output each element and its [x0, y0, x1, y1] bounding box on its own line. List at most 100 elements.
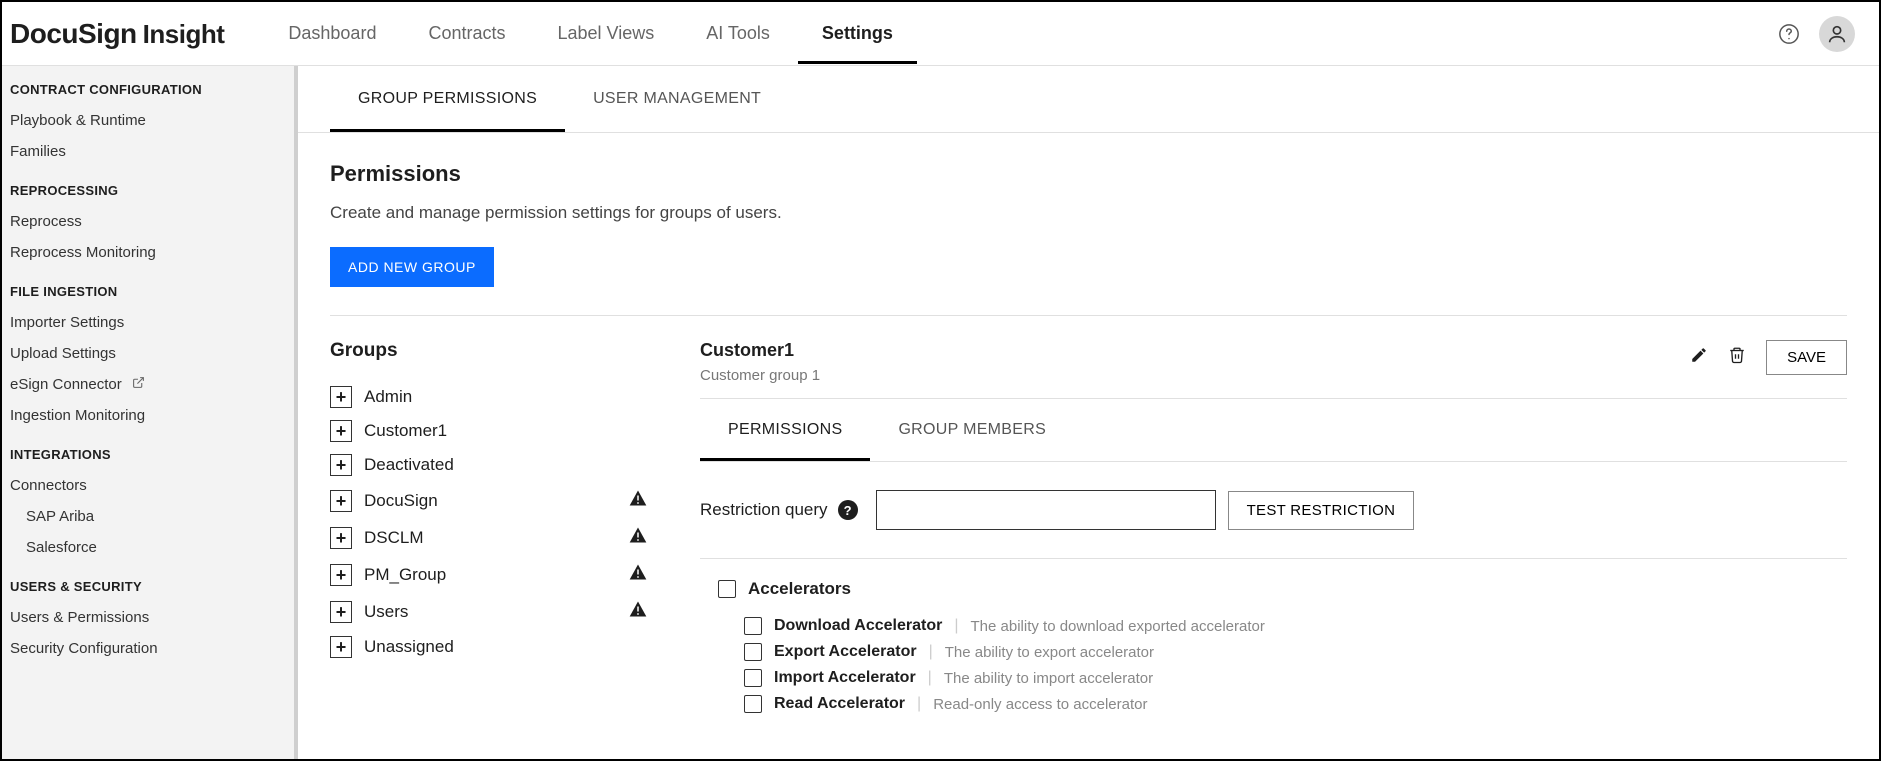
perm-desc: The ability to download exported acceler… — [971, 618, 1265, 635]
group-row-admin[interactable]: + Admin — [330, 380, 700, 414]
subtab-user-management[interactable]: USER MANAGEMENT — [565, 66, 789, 132]
group-label: PM_Group — [364, 565, 628, 585]
help-tooltip-icon[interactable]: ? — [838, 500, 858, 520]
expand-icon[interactable]: + — [330, 636, 352, 658]
divider — [330, 315, 1847, 316]
group-label: Admin — [364, 387, 700, 407]
sidebar-section-reprocessing: REPROCESSING — [2, 167, 294, 206]
sidebar-importer-settings[interactable]: Importer Settings — [2, 307, 294, 338]
warning-icon — [628, 599, 648, 624]
expand-icon[interactable]: + — [330, 527, 352, 549]
group-label: Customer1 — [364, 421, 700, 441]
sidebar-ingestion-monitoring[interactable]: Ingestion Monitoring — [2, 400, 294, 431]
brand-logo: DocuSign Insight — [10, 18, 224, 50]
group-label: DocuSign — [364, 491, 628, 511]
group-row-deactivated[interactable]: + Deactivated — [330, 448, 700, 482]
expand-icon[interactable]: + — [330, 490, 352, 512]
warning-icon — [628, 488, 648, 513]
topnav-items: Dashboard Contracts Label Views AI Tools… — [264, 3, 917, 64]
brand-sub: Insight — [143, 19, 225, 50]
separator: | — [917, 695, 921, 713]
sidebar-families[interactable]: Families — [2, 136, 294, 167]
sidebar-section-users-security: USERS & SECURITY — [2, 563, 294, 602]
detail-tabs: PERMISSIONS GROUP MEMBERS — [700, 399, 1847, 462]
group-row-unassigned[interactable]: + Unassigned — [330, 630, 700, 664]
sidebar-esign-connector[interactable]: eSign Connector — [2, 369, 294, 400]
sidebar-section-integrations: INTEGRATIONS — [2, 431, 294, 470]
group-row-docusign[interactable]: + DocuSign — [330, 482, 700, 519]
warning-icon — [628, 525, 648, 550]
sidebar-sap-ariba[interactable]: SAP Ariba — [2, 501, 294, 532]
checkbox-read-accelerator[interactable] — [744, 695, 762, 713]
help-icon[interactable] — [1771, 16, 1807, 52]
subtab-group-permissions[interactable]: GROUP PERMISSIONS — [330, 66, 565, 132]
permissions-list: Accelerators Download Accelerator | The … — [700, 559, 1847, 717]
expand-icon[interactable]: + — [330, 454, 352, 476]
save-button[interactable]: SAVE — [1766, 340, 1847, 375]
group-label: DSCLM — [364, 528, 628, 548]
separator: | — [929, 643, 933, 661]
brand-main: DocuSign — [10, 18, 137, 50]
checkbox-download-accelerator[interactable] — [744, 617, 762, 635]
sidebar-users-permissions[interactable]: Users & Permissions — [2, 602, 294, 633]
sidebar-connectors[interactable]: Connectors — [2, 470, 294, 501]
restriction-query-label: Restriction query — [700, 500, 828, 520]
sidebar-upload-settings[interactable]: Upload Settings — [2, 338, 294, 369]
group-row-users[interactable]: + Users — [330, 593, 700, 630]
perm-label: Read Accelerator — [774, 695, 905, 713]
perm-label: Export Accelerator — [774, 643, 917, 661]
sidebar-reprocess[interactable]: Reprocess — [2, 206, 294, 237]
page-title: Permissions — [330, 161, 1847, 187]
separator: | — [928, 669, 932, 687]
sidebar-section-contract-config: CONTRACT CONFIGURATION — [2, 66, 294, 105]
detail-group-name: Customer1 — [700, 340, 1690, 361]
sidebar-reprocess-monitoring[interactable]: Reprocess Monitoring — [2, 237, 294, 268]
checkbox-export-accelerator[interactable] — [744, 643, 762, 661]
group-label: Deactivated — [364, 455, 700, 475]
sidebar-salesforce[interactable]: Salesforce — [2, 532, 294, 563]
detail-tab-permissions[interactable]: PERMISSIONS — [700, 399, 870, 461]
expand-icon[interactable]: + — [330, 420, 352, 442]
perm-desc: The ability to export accelerator — [945, 644, 1154, 661]
detail-group-subtitle: Customer group 1 — [700, 367, 1690, 384]
topnav-settings[interactable]: Settings — [798, 3, 917, 64]
add-new-group-button[interactable]: ADD NEW GROUP — [330, 247, 494, 287]
group-label: Unassigned — [364, 637, 700, 657]
expand-icon[interactable]: + — [330, 386, 352, 408]
topnav-dashboard[interactable]: Dashboard — [264, 3, 400, 64]
top-navigation: DocuSign Insight Dashboard Contracts Lab… — [2, 2, 1879, 66]
sidebar-esign-label: eSign Connector — [10, 376, 122, 393]
sidebar-playbook-runtime[interactable]: Playbook & Runtime — [2, 105, 294, 136]
topnav-label-views[interactable]: Label Views — [533, 3, 678, 64]
expand-icon[interactable]: + — [330, 564, 352, 586]
sidebar-section-file-ingestion: FILE INGESTION — [2, 268, 294, 307]
group-row-customer1[interactable]: + Customer1 — [330, 414, 700, 448]
topnav-ai-tools[interactable]: AI Tools — [682, 3, 794, 64]
restriction-query-input[interactable] — [876, 490, 1216, 530]
perm-desc: Read-only access to accelerator — [933, 696, 1147, 713]
group-label: Users — [364, 602, 628, 622]
perm-desc: The ability to import accelerator — [944, 670, 1153, 687]
groups-title: Groups — [330, 340, 700, 362]
checkbox-import-accelerator[interactable] — [744, 669, 762, 687]
detail-tab-group-members[interactable]: GROUP MEMBERS — [870, 399, 1074, 461]
separator: | — [954, 617, 958, 635]
group-detail-panel: Customer1 Customer group 1 SAVE — [700, 340, 1847, 717]
groups-panel: Groups + Admin + Customer1 + Deactivated — [330, 340, 700, 717]
settings-sidebar: CONTRACT CONFIGURATION Playbook & Runtim… — [2, 66, 298, 759]
perm-label: Download Accelerator — [774, 617, 942, 635]
group-row-dsclm[interactable]: + DSCLM — [330, 519, 700, 556]
main-content: GROUP PERMISSIONS USER MANAGEMENT Permis… — [298, 66, 1879, 759]
edit-icon[interactable] — [1690, 346, 1708, 369]
checkbox-accelerators[interactable] — [718, 580, 736, 598]
test-restriction-button[interactable]: TEST RESTRICTION — [1228, 491, 1415, 530]
group-row-pm-group[interactable]: + PM_Group — [330, 556, 700, 593]
expand-icon[interactable]: + — [330, 601, 352, 623]
topnav-contracts[interactable]: Contracts — [404, 3, 529, 64]
user-avatar[interactable] — [1819, 16, 1855, 52]
external-link-icon — [132, 377, 145, 392]
delete-icon[interactable] — [1728, 346, 1746, 369]
topnav-actions — [1771, 16, 1871, 52]
sidebar-security-configuration[interactable]: Security Configuration — [2, 633, 294, 664]
settings-subtabs: GROUP PERMISSIONS USER MANAGEMENT — [298, 66, 1879, 133]
